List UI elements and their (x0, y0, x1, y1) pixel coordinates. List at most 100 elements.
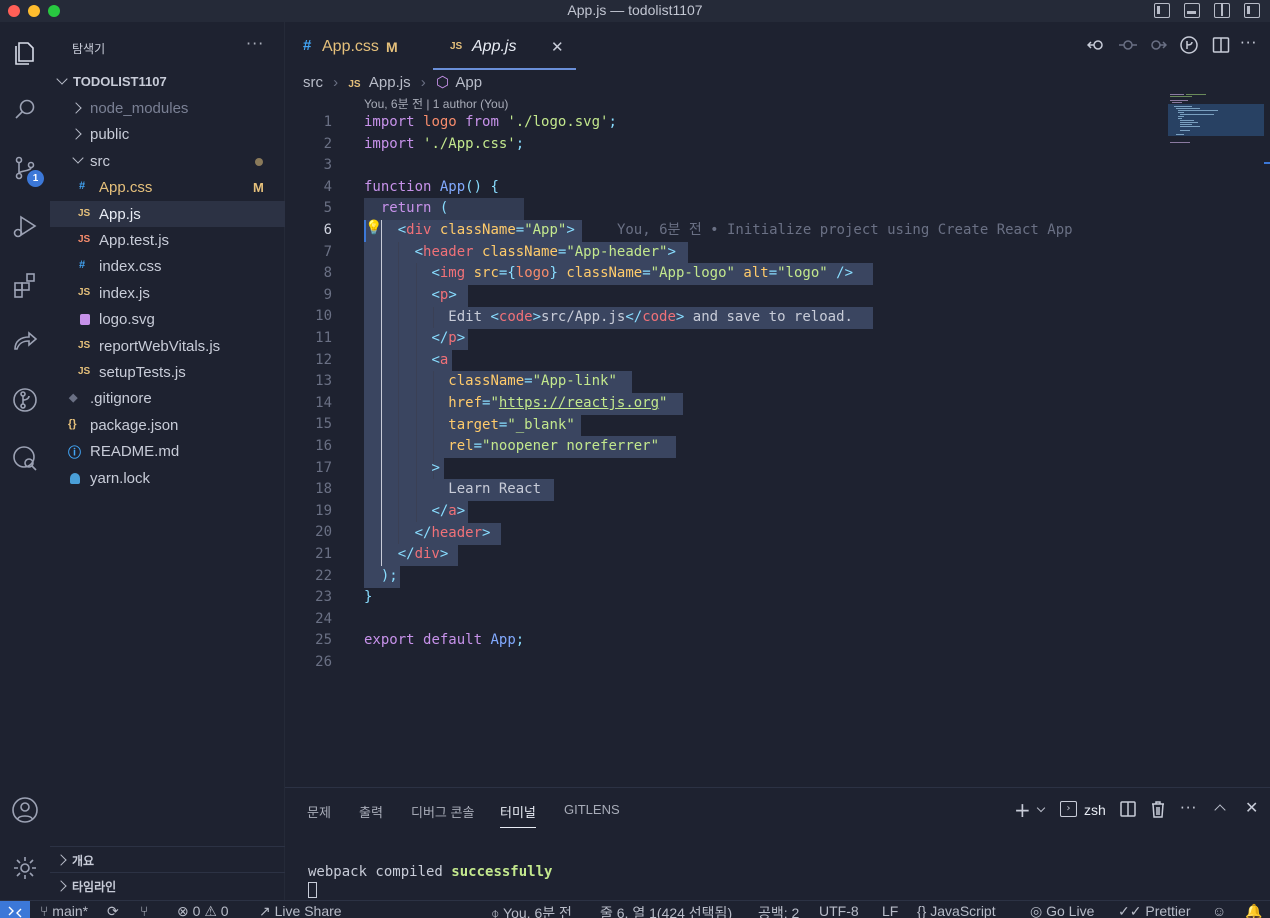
chevron-down-icon[interactable] (1036, 803, 1046, 813)
breadcrumb-folder[interactable]: src (303, 74, 323, 91)
cursor-position[interactable]: 줄 6, 열 1(424 선택됨) (600, 903, 732, 918)
line-number: 18 (315, 481, 332, 497)
blame-status[interactable]: ⌽ You, 6분 전 (491, 903, 572, 918)
more-actions-icon[interactable]: ··· (1180, 799, 1197, 817)
project-folder-header[interactable]: TODOLIST1107 (50, 70, 285, 92)
tab-app-css[interactable]: # App.css M (285, 22, 433, 70)
tab-debug-console[interactable]: 디버그 콘솔 (411, 802, 474, 821)
timeline-section[interactable]: 타임라인 (50, 872, 285, 898)
code-editor[interactable]: 1 2 3 4 5 6 7 8 9 10 11 12 13 14 15 16 1… (285, 112, 1270, 782)
split-terminal-icon[interactable] (1120, 801, 1136, 821)
tree-item-readme[interactable]: ⓘ README.md (50, 438, 285, 464)
gitlens-inspect-icon[interactable] (5, 438, 45, 478)
split-editor-icon[interactable] (1212, 36, 1230, 58)
tree-item-package-json[interactable]: {} package.json (50, 412, 285, 438)
toggle-panel-icon[interactable] (1184, 3, 1200, 18)
line-number: 25 (315, 632, 332, 648)
search-icon[interactable] (5, 90, 45, 130)
code-line: } (364, 589, 373, 605)
tree-item-yarn-lock[interactable]: yarn.lock (50, 465, 285, 491)
close-panel-icon[interactable]: ✕ (1245, 798, 1258, 817)
git-file-icon: ◆ (69, 392, 78, 404)
settings-gear-icon[interactable] (5, 848, 45, 888)
tab-output[interactable]: 출력 (359, 802, 383, 821)
source-control-icon[interactable]: 1 (5, 148, 45, 188)
git-compare-icon[interactable] (1086, 36, 1105, 58)
tree-item-index-js[interactable]: JS index.js (50, 280, 285, 306)
code-link[interactable]: https://reactjs.org (499, 395, 659, 411)
outline-section[interactable]: 개요 (50, 846, 285, 872)
more-actions-icon[interactable]: ··· (1240, 34, 1257, 52)
tree-item-src[interactable]: src (50, 148, 285, 174)
feedback-icon[interactable]: ☺ (1212, 903, 1226, 918)
bottom-panel: 문제 출력 디버그 콘솔 터미널 GITLENS + › zsh ··· ✕ w… (285, 787, 1270, 900)
live-share-button[interactable]: ↗ Live Share (259, 903, 342, 918)
accounts-icon[interactable] (5, 790, 45, 830)
customize-layout-icon[interactable] (1244, 3, 1260, 18)
line-number: 13 (315, 373, 332, 389)
tree-item-logo-svg[interactable]: logo.svg (50, 306, 285, 332)
end-of-line[interactable]: LF (882, 903, 898, 918)
breadcrumb-file[interactable]: App.js (369, 74, 411, 91)
tab-terminal[interactable]: 터미널 (500, 802, 536, 828)
sidebar-more-actions[interactable]: ··· (246, 34, 264, 53)
error-icon: ⊗ (177, 903, 189, 918)
tree-item-label: public (90, 126, 130, 143)
remote-indicator[interactable] (0, 901, 30, 918)
go-live-button[interactable]: ◎ Go Live (1030, 903, 1094, 918)
toggle-secondary-sidebar-icon[interactable] (1214, 3, 1230, 18)
code-line: <header className="App-header"> (414, 244, 676, 260)
tab-app-js[interactable]: JS App.js ✕ (433, 22, 576, 70)
gitlens-code-lens[interactable]: You, 6분 전 | 1 author (You) (364, 95, 508, 112)
encoding[interactable]: UTF-8 (819, 903, 859, 918)
extensions-icon[interactable] (5, 264, 45, 304)
git-commit-icon[interactable] (1119, 36, 1137, 58)
line-number: 19 (315, 503, 332, 519)
sidebar-title: 탐색기 (72, 42, 106, 56)
language-mode[interactable]: {} JavaScript (917, 903, 996, 918)
tree-item-gitignore[interactable]: ◆ .gitignore (50, 385, 285, 411)
gitlens-icon[interactable] (5, 380, 45, 420)
tree-item-app-css[interactable]: # App.css M (50, 174, 285, 200)
git-next-icon[interactable] (1149, 36, 1168, 58)
indentation[interactable]: 공백: 2 (758, 903, 799, 918)
window-title: App.js — todolist1107 (567, 2, 703, 18)
tree-item-label: .gitignore (90, 390, 152, 407)
explorer-icon[interactable] (5, 32, 45, 72)
line-number: 22 (315, 568, 332, 584)
tree-item-label: package.json (90, 417, 179, 434)
tab-gitlens[interactable]: GITLENS (564, 802, 620, 817)
tree-item-report-web-vitals[interactable]: JS reportWebVitals.js (50, 333, 285, 359)
git-graph-icon[interactable]: ⑂ (140, 903, 148, 918)
notifications-bell-icon[interactable]: 🔔 (1245, 903, 1262, 918)
sync-icon[interactable]: ⟳ (107, 903, 119, 918)
tree-item-node-modules[interactable]: node_modules (50, 95, 285, 121)
branch-status[interactable]: ⑂ main* (40, 903, 88, 918)
inline-blame[interactable]: You, 6분 전 • Initialize project using Cre… (617, 222, 1073, 238)
remote-explorer-icon[interactable] (5, 322, 45, 362)
shell-name[interactable]: zsh (1084, 802, 1106, 818)
code-line: import './App.css'; (364, 136, 525, 152)
tree-item-app-js[interactable]: JS App.js (50, 201, 285, 227)
gitlens-inspect-icon[interactable] (1180, 36, 1198, 58)
toggle-primary-sidebar-icon[interactable] (1154, 3, 1170, 18)
lightbulb-icon[interactable]: 💡 (365, 220, 382, 236)
maximize-panel-icon[interactable] (1214, 804, 1226, 816)
run-debug-icon[interactable] (5, 206, 45, 246)
kill-terminal-icon[interactable] (1150, 800, 1166, 822)
tree-item-app-test-js[interactable]: JS App.test.js (50, 227, 285, 253)
breadcrumb-symbol[interactable]: App (455, 74, 482, 91)
code-line: import logo from './logo.svg'; (364, 114, 617, 130)
terminal-output: webpack compiled successfully (308, 864, 553, 880)
problems-status[interactable]: ⊗ 0 ⚠ 0 (177, 903, 229, 918)
tab-problems[interactable]: 문제 (307, 802, 331, 821)
tree-item-index-css[interactable]: # index.css (50, 253, 285, 279)
scm-badge: 1 (27, 170, 44, 187)
tree-item-label: node_modules (90, 100, 189, 117)
tree-item-public[interactable]: public (50, 121, 285, 147)
new-terminal-icon[interactable]: + (1014, 798, 1031, 822)
tree-item-setup-tests[interactable]: JS setupTests.js (50, 359, 285, 385)
line-number: 10 (315, 308, 332, 324)
close-tab-icon[interactable]: ✕ (551, 38, 564, 56)
prettier-status[interactable]: ✓✓ Prettier (1118, 903, 1190, 918)
